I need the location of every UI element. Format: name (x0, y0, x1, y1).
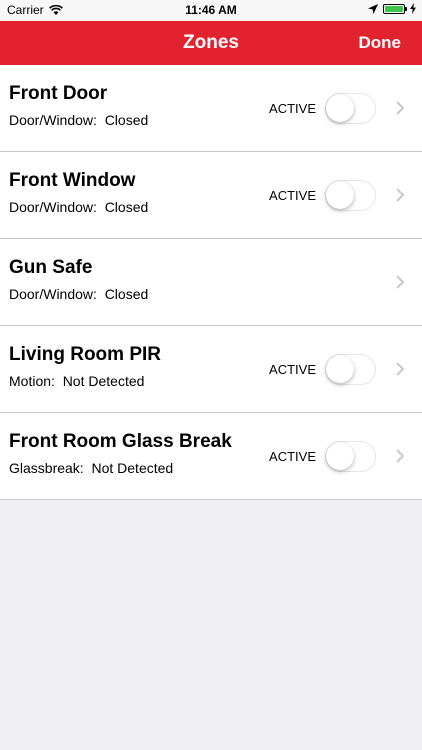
done-button[interactable]: Done (359, 33, 402, 53)
zone-status: Motion: Not Detected (9, 373, 145, 389)
zone-row[interactable]: Front Door Door/Window: Closed ACTIVE (0, 65, 422, 152)
toggle-knob (326, 94, 354, 122)
zone-row[interactable]: Front Room Glass Break Glassbreak: Not De… (0, 413, 422, 499)
toggle-knob (326, 355, 354, 383)
zone-name: Gun Safe (9, 257, 93, 278)
active-label: ACTIVE (269, 449, 316, 464)
chevron-right-icon (396, 275, 405, 289)
toggle-knob (326, 181, 354, 209)
active-label: ACTIVE (269, 188, 316, 203)
nav-bar: Zones Done (0, 21, 422, 65)
active-toggle[interactable] (325, 441, 376, 472)
zone-name: Front Room Glass Break (9, 431, 232, 452)
battery-icon (383, 3, 407, 14)
active-label: ACTIVE (269, 101, 316, 116)
active-toggle[interactable] (325, 93, 376, 124)
toggle-knob (326, 442, 354, 470)
status-bar: Carrier 11:46 AM (0, 0, 422, 21)
chevron-right-icon (396, 362, 405, 376)
zone-name: Front Door (9, 83, 108, 104)
zone-row[interactable]: Living Room PIR Motion: Not Detected ACTIV… (0, 326, 422, 413)
zone-name: Living Room PIR (9, 344, 161, 365)
zone-status: Door/Window: Closed (9, 286, 149, 302)
active-toggle[interactable] (325, 354, 376, 385)
zone-name: Front Window (9, 170, 136, 191)
location-arrow-icon (368, 3, 378, 14)
zones-list: Front Door Door/Window: Closed ACTIVE Front… (0, 65, 422, 500)
zone-row[interactable]: Gun Safe Door/Window: Closed (0, 239, 422, 326)
chevron-right-icon (396, 188, 405, 202)
status-icons (368, 3, 416, 14)
zone-status: Door/Window: Closed (9, 112, 149, 128)
zone-status: Glassbreak: Not Detected (9, 460, 174, 476)
charging-bolt-icon (410, 3, 416, 14)
zone-status: Door/Window: Closed (9, 199, 149, 215)
active-toggle[interactable] (325, 180, 376, 211)
active-label: ACTIVE (269, 362, 316, 377)
clock: 11:46 AM (185, 3, 237, 17)
zone-row[interactable]: Front Window Door/Window: Closed ACTIVE (0, 152, 422, 239)
chevron-right-icon (396, 449, 405, 463)
chevron-right-icon (396, 101, 405, 115)
